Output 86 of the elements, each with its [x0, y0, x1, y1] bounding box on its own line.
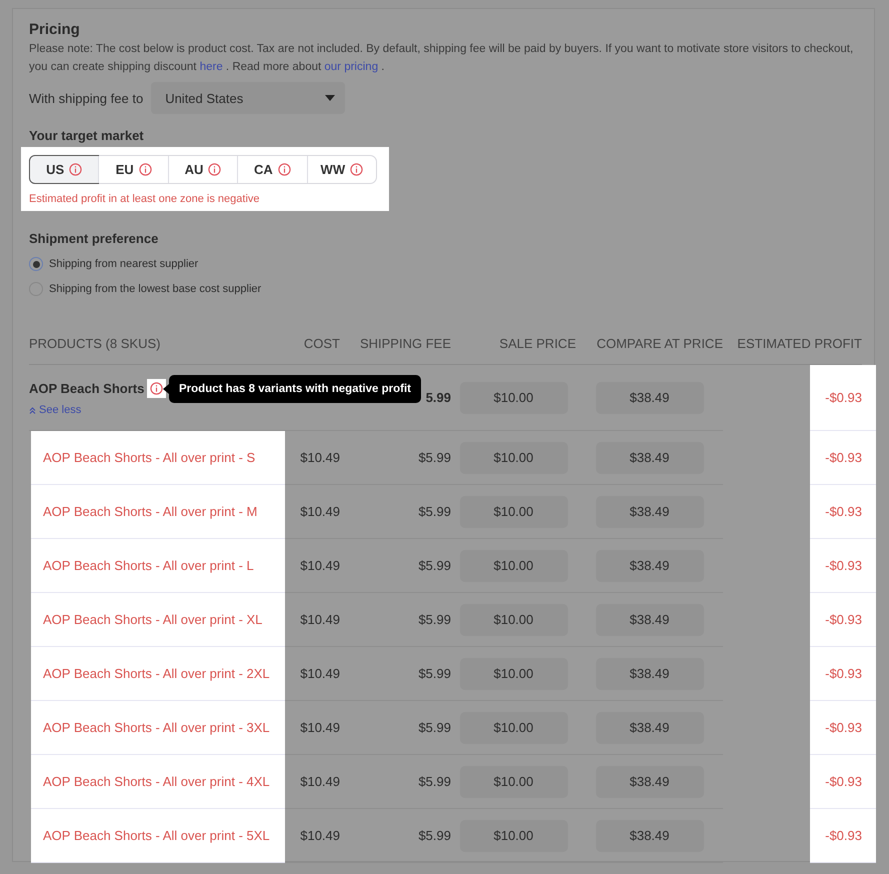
compare-price-field[interactable]: $38.49 — [596, 766, 704, 798]
compare-price-field[interactable]: $38.49 — [596, 496, 704, 528]
variant-name: AOP Beach Shorts - All over print - S — [43, 450, 256, 465]
compare-price-field[interactable]: $38.49 — [596, 604, 704, 636]
table-cell: $10.49 — [300, 774, 340, 789]
table-cell: $10.49 — [300, 666, 340, 681]
column-header: PRODUCTS (8 SKUS) — [29, 322, 285, 365]
table-cell: $5.99 — [418, 504, 451, 519]
market-tab[interactable]: US — [29, 155, 100, 184]
compare-price-field[interactable]: $38.49 — [596, 712, 704, 744]
info-icon[interactable] — [278, 163, 291, 176]
sale-price-field[interactable]: $10.00 — [460, 604, 568, 636]
info-icon[interactable] — [208, 163, 222, 176]
table-cell: 5.99 — [426, 390, 451, 405]
section-title: Pricing — [29, 21, 81, 38]
radio-label: Shipping from nearest supplier — [49, 258, 198, 270]
product-name: AOP Beach Shorts — [29, 381, 144, 396]
variant-name: AOP Beach Shorts - All over print - M — [43, 504, 258, 519]
market-tab[interactable]: AU — [168, 156, 238, 183]
here-link[interactable]: here — [200, 61, 223, 73]
column-header: SHIPPING FEE — [340, 322, 451, 365]
profit-value: -$0.93 — [825, 666, 862, 681]
market-tab[interactable]: CA — [237, 156, 307, 183]
profit-value: -$0.93 — [825, 450, 862, 465]
table-cell: $5.99 — [418, 720, 451, 735]
profit-value: -$0.93 — [825, 720, 862, 735]
variant-name: AOP Beach Shorts - All over print - 5XL — [43, 828, 270, 843]
info-icon[interactable] — [350, 163, 364, 176]
section-label: Shipment preference — [29, 231, 160, 246]
column-header: COMPARE AT PRICE — [576, 322, 723, 365]
compare-price-field[interactable]: $38.49 — [596, 820, 704, 852]
profit-value: -$0.93 — [825, 504, 862, 519]
sale-price-field[interactable]: $10.00 — [460, 766, 568, 798]
variant-name: AOP Beach Shorts - All over print - 3XL — [43, 720, 270, 735]
sale-price-field[interactable]: $10.00 — [460, 550, 568, 582]
table-cell: $10.49 — [300, 450, 340, 465]
variant-name: AOP Beach Shorts - All over print - XL — [43, 612, 262, 627]
profit-value: -$0.93 — [825, 612, 862, 627]
section-label: Your target market — [29, 128, 145, 143]
column-header: SALE PRICE — [451, 322, 576, 365]
info-icon[interactable] — [69, 163, 82, 176]
table-cell: $10.49 — [300, 558, 340, 573]
table-cell: $10.49 — [300, 504, 340, 519]
market-tab[interactable]: WW — [306, 156, 376, 183]
compare-price-field[interactable]: $38.49 — [596, 442, 704, 474]
compare-price-field[interactable]: $38.49 — [596, 550, 704, 582]
sale-price-field[interactable]: $10.00 — [460, 820, 568, 852]
country-dropdown[interactable]: United States — [151, 82, 346, 114]
table-cell: $10.49 — [300, 720, 340, 735]
variant-name: AOP Beach Shorts - All over print - 4XL — [43, 774, 270, 789]
table-cell: $5.99 — [418, 450, 451, 465]
compare-price-field[interactable]: $38.49 — [596, 658, 704, 690]
field-label: With shipping fee to — [29, 90, 144, 106]
table-cell: $5.99 — [418, 774, 451, 789]
table-cell: $5.99 — [418, 828, 451, 843]
pricing-note: Please note: The cost below is product cost. Tax are not included. By default, shipping fee will be paid by buyers. If you want to motivate store visitors to checkout, you can create shipping discount here . Read more about our pricing . — [29, 42, 854, 75]
info-icon[interactable] — [138, 163, 152, 176]
table-cell: $10.49 — [300, 828, 340, 843]
market-tab[interactable]: EU — [98, 156, 168, 183]
tooltip-pointer — [163, 384, 169, 394]
tooltip: Product has 8 variants with negative profit — [169, 375, 421, 403]
info-icon[interactable] — [150, 382, 164, 395]
table-cell: $10.49 — [300, 612, 340, 627]
sale-price-field[interactable]: $10.00 — [460, 712, 568, 744]
compare-price-field[interactable]: $38.49 — [596, 382, 704, 414]
column-header: COST — [285, 322, 340, 365]
profit-value: -$0.93 — [825, 828, 862, 843]
table-cell: $5.99 — [418, 612, 451, 627]
sale-price-field[interactable]: $10.00 — [460, 442, 568, 474]
see-less-link[interactable]: See less — [29, 404, 82, 416]
profit-value: -$0.93 — [825, 558, 862, 573]
variant-name: AOP Beach Shorts - All over print - L — [43, 558, 254, 573]
warning-text: Estimated profit in at least one zone is negative — [29, 193, 261, 205]
radio-label: Shipping from the lowest base cost supplier — [49, 283, 262, 295]
sale-price-field[interactable]: $10.00 — [460, 496, 568, 528]
profit-value: -$0.93 — [825, 774, 862, 789]
table-cell: $5.99 — [418, 666, 451, 681]
variant-name: AOP Beach Shorts - All over print - 2XL — [43, 666, 270, 681]
sale-price-field[interactable]: $10.00 — [460, 382, 568, 414]
profit-value: -$0.93 — [825, 390, 862, 405]
table-cell: $5.99 — [418, 558, 451, 573]
radio-button[interactable] — [29, 257, 43, 271]
chevron-up-icon — [29, 406, 36, 414]
caret-icon — [325, 95, 336, 101]
sale-price-field[interactable]: $10.00 — [460, 658, 568, 690]
pricing-link[interactable]: our pricing — [324, 61, 378, 73]
